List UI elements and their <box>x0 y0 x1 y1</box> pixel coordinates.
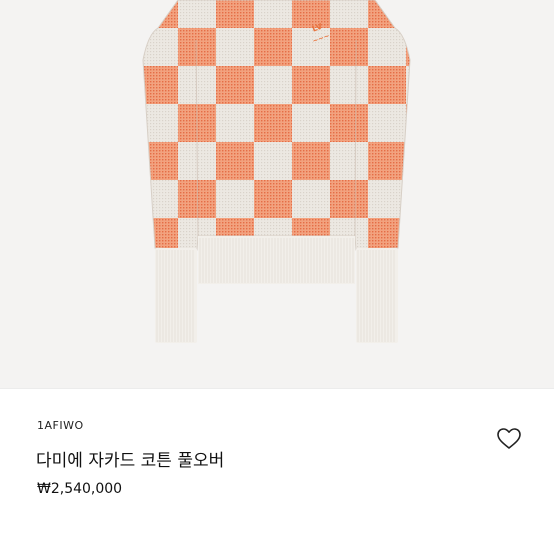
check-square <box>406 66 410 104</box>
check-square <box>178 28 216 66</box>
check-square <box>143 0 178 28</box>
check-square <box>216 28 254 66</box>
check-square <box>254 66 292 104</box>
check-square <box>143 142 178 180</box>
check-square <box>368 104 406 142</box>
check-square <box>292 180 330 218</box>
check-square <box>406 218 410 250</box>
check-square <box>216 104 254 142</box>
check-square <box>254 104 292 142</box>
check-square <box>368 0 406 28</box>
check-square <box>292 66 330 104</box>
check-square <box>330 0 368 28</box>
check-square <box>406 0 410 28</box>
check-square <box>330 180 368 218</box>
check-square <box>216 142 254 180</box>
check-square <box>216 180 254 218</box>
check-square <box>178 0 216 28</box>
check-square <box>216 66 254 104</box>
check-square <box>368 142 406 180</box>
hem-rib <box>198 236 355 284</box>
left-cuff <box>155 248 197 343</box>
check-square <box>406 104 410 142</box>
product-image: LV ~~~ <box>0 0 554 388</box>
check-square <box>216 0 254 28</box>
product-title: 다미에 자카드 코튼 풀오버 <box>36 451 225 471</box>
right-cuff <box>356 248 398 343</box>
check-square <box>254 180 292 218</box>
check-square <box>406 256 444 294</box>
check-square <box>292 142 330 180</box>
check-square <box>330 142 368 180</box>
pullover-illustration: LV ~~~ <box>142 0 444 343</box>
check-square <box>254 28 292 66</box>
product-sku: 1AFIWO <box>37 419 84 432</box>
product-price: ₩2,540,000 <box>37 481 123 497</box>
check-square <box>406 28 410 66</box>
check-square <box>368 66 406 104</box>
check-square <box>330 104 368 142</box>
check-square <box>292 104 330 142</box>
check-square <box>254 142 292 180</box>
check-square <box>406 142 410 180</box>
wishlist-button[interactable] <box>496 427 522 451</box>
heart-outline-icon <box>497 428 521 449</box>
check-square <box>143 180 178 218</box>
product-info: 1AFIWO 다미에 자카드 코튼 풀오버 ₩2,540,000 <box>0 389 554 554</box>
check-square <box>330 66 368 104</box>
check-square <box>406 180 410 218</box>
check-square <box>254 0 292 28</box>
